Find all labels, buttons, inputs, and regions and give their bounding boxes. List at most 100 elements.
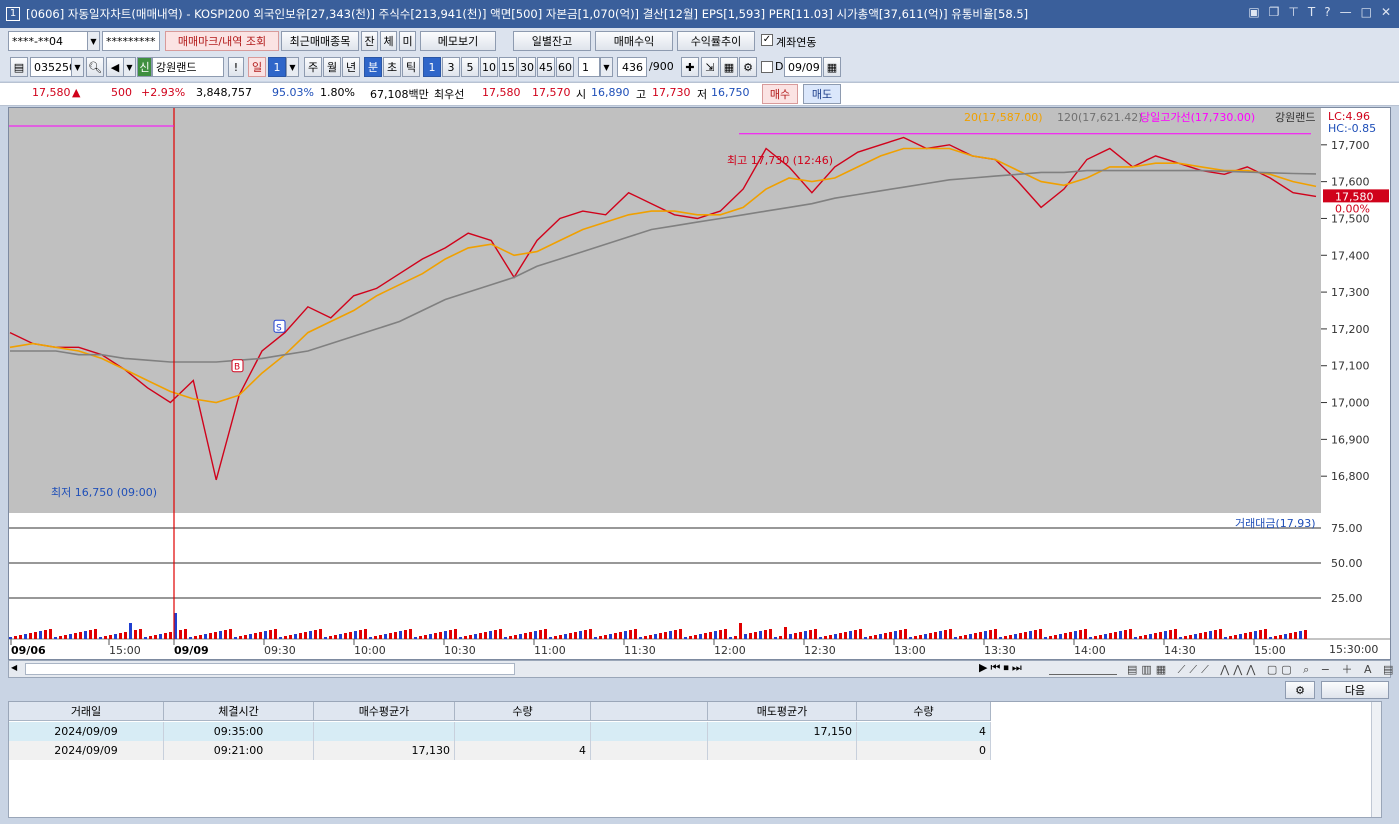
interval-15[interactable]: 15 [499,57,517,77]
scroll-left-icon[interactable]: ◀ [11,663,23,675]
stock-name-field[interactable]: 강원랜드 [152,57,224,77]
font-icon[interactable]: T [1308,5,1315,19]
y-tick-label: 17,700 [1331,139,1370,152]
playback-controls[interactable]: ▶⏮⏹⏭ [979,661,1025,675]
layout-icon[interactable]: ▣ [1248,5,1259,19]
trade-profit-button[interactable]: 매매수익 [595,31,673,51]
volume-bar [264,631,267,639]
volume-bar [329,636,332,639]
recent-trade-button[interactable]: 최근매매종목 [281,31,359,51]
minute-button[interactable]: 분 [364,57,382,77]
maximize-icon[interactable]: □ [1361,5,1372,19]
volume-tick-label: 25.00 [1331,592,1363,605]
drawing-tools[interactable]: ▤▥▦ ⟋⟋⟋ ⋀⋀⋀ ▢▢ ⌕ − ＋ A ▤ ▢⚙ [1127,661,1399,677]
volume-bar [449,630,452,639]
yearly-button[interactable]: 년 [342,57,360,77]
restore-icon[interactable]: ❐ [1269,5,1280,19]
interval-5[interactable]: 5 [461,57,479,77]
price-pane [9,108,1321,513]
volume-bar [159,634,162,639]
interval-45[interactable]: 45 [537,57,555,77]
speaker-dropdown[interactable]: ▼ [123,57,136,77]
volume-bar [1259,630,1262,639]
date-checkbox[interactable] [761,61,773,73]
table-cell: 17,150 [708,722,857,741]
volume-bar [1179,637,1182,639]
save-icon[interactable]: ▦ [720,57,738,77]
volume-bar [1064,633,1067,639]
table-row[interactable]: 2024/09/09 09:35:00 17,150 4 [9,722,991,741]
alert-button[interactable]: ! [228,57,244,77]
yield-trend-button[interactable]: 수익률추이 [677,31,755,51]
volume-bar [24,634,27,639]
calendar-icon[interactable]: ▦ [823,57,841,77]
interval-60[interactable]: 60 [556,57,574,77]
volume-bar [489,631,492,639]
day-count-dropdown[interactable]: ▼ [286,57,299,77]
chart-scrollbar[interactable]: ◀ ▶⏮⏹⏭ ▤▥▦ ⟋⟋⟋ ⋀⋀⋀ ▢▢ ⌕ − ＋ A ▤ ▢⚙ [8,660,1399,678]
sell-button[interactable]: 매도 [803,84,841,104]
account-field[interactable]: ****-**04 [8,31,88,51]
interval-count-field[interactable]: 1 [578,57,600,77]
table-row[interactable]: 2024/09/09 09:21:00 17,130 4 0 [9,741,991,760]
interval-10[interactable]: 10 [480,57,498,77]
help-icon[interactable]: ? [1324,5,1330,19]
volume-bar [419,636,422,639]
low-annotation: 최저 16,750 (09:00) [51,486,157,499]
volume-bar [629,630,632,639]
date-field[interactable]: 09/09 [784,57,822,77]
account-dropdown[interactable]: ▼ [87,31,100,51]
zoom-slider[interactable] [1049,661,1117,675]
x-tick-label: 14:00 [1074,644,1106,657]
day-count-field[interactable]: 1 [268,57,286,77]
volume-bar [869,636,872,639]
toolbar-account: ****-**04 ▼ ********* 매매마크/내역 조회 최근매매종목 … [0,28,1399,54]
search-icon[interactable]: 🔍︎ [86,57,104,77]
buy-button[interactable]: 매수 [762,84,798,104]
monthly-button[interactable]: 월 [323,57,341,77]
unfilled-button[interactable]: 미 [399,31,416,51]
memo-button[interactable]: 메모보기 [420,31,496,51]
scale-icon[interactable]: ⇲ [701,57,719,77]
chart-canvas[interactable]: 최고 17,730 (12:46) 최저 16,750 (09:00) 20(1… [9,108,1390,659]
volume-bar [609,634,612,639]
volume-bar [1274,636,1277,639]
table-scrollbar[interactable] [1371,702,1381,817]
password-field[interactable]: ********* [102,31,160,51]
stock-code-field[interactable]: 035250 [30,57,76,77]
interval-3[interactable]: 3 [442,57,460,77]
speaker-icon[interactable]: ◀ [106,57,124,77]
volume-bar [359,630,362,639]
second-button[interactable]: 초 [383,57,401,77]
interval-1[interactable]: 1 [423,57,441,77]
balance-button[interactable]: 잔 [361,31,378,51]
price-chart[interactable]: 최고 17,730 (12:46) 최저 16,750 (09:00) 20(1… [8,107,1391,660]
close-icon[interactable]: ✕ [1381,5,1391,19]
volume-bar [594,637,597,639]
menu-icon[interactable]: ▤ [10,57,28,77]
daily-button[interactable]: 일 [248,57,266,77]
volume-bar [879,634,882,639]
table-settings-icon[interactable]: ⚙ [1285,681,1315,699]
tick-button[interactable]: 틱 [402,57,420,77]
interval-30[interactable]: 30 [518,57,536,77]
mark-query-button[interactable]: 매매마크/내역 조회 [165,31,279,51]
weekly-button[interactable]: 주 [304,57,322,77]
crosshair-icon[interactable]: ✚ [681,57,699,77]
gear-icon[interactable]: ⚙ [739,57,757,77]
volume-bar [229,629,232,639]
volume-bar [529,632,532,639]
daily-balance-button[interactable]: 일별잔고 [513,31,591,51]
stock-code-dropdown[interactable]: ▼ [71,57,84,77]
interval-count-dropdown[interactable]: ▼ [600,57,613,77]
scroll-thumb[interactable] [25,663,515,675]
next-button[interactable]: 다음 [1321,681,1389,699]
volume-bar [34,632,37,639]
filled-button[interactable]: 체 [380,31,397,51]
view-count-field[interactable]: 436 [617,57,647,77]
x-tick-label: 12:00 [714,644,746,657]
minimize-icon[interactable]: — [1340,5,1352,19]
pin-icon[interactable]: ⊤ [1288,5,1298,19]
volume-bar [994,629,997,639]
account-link-checkbox[interactable]: ✓ [761,34,773,46]
